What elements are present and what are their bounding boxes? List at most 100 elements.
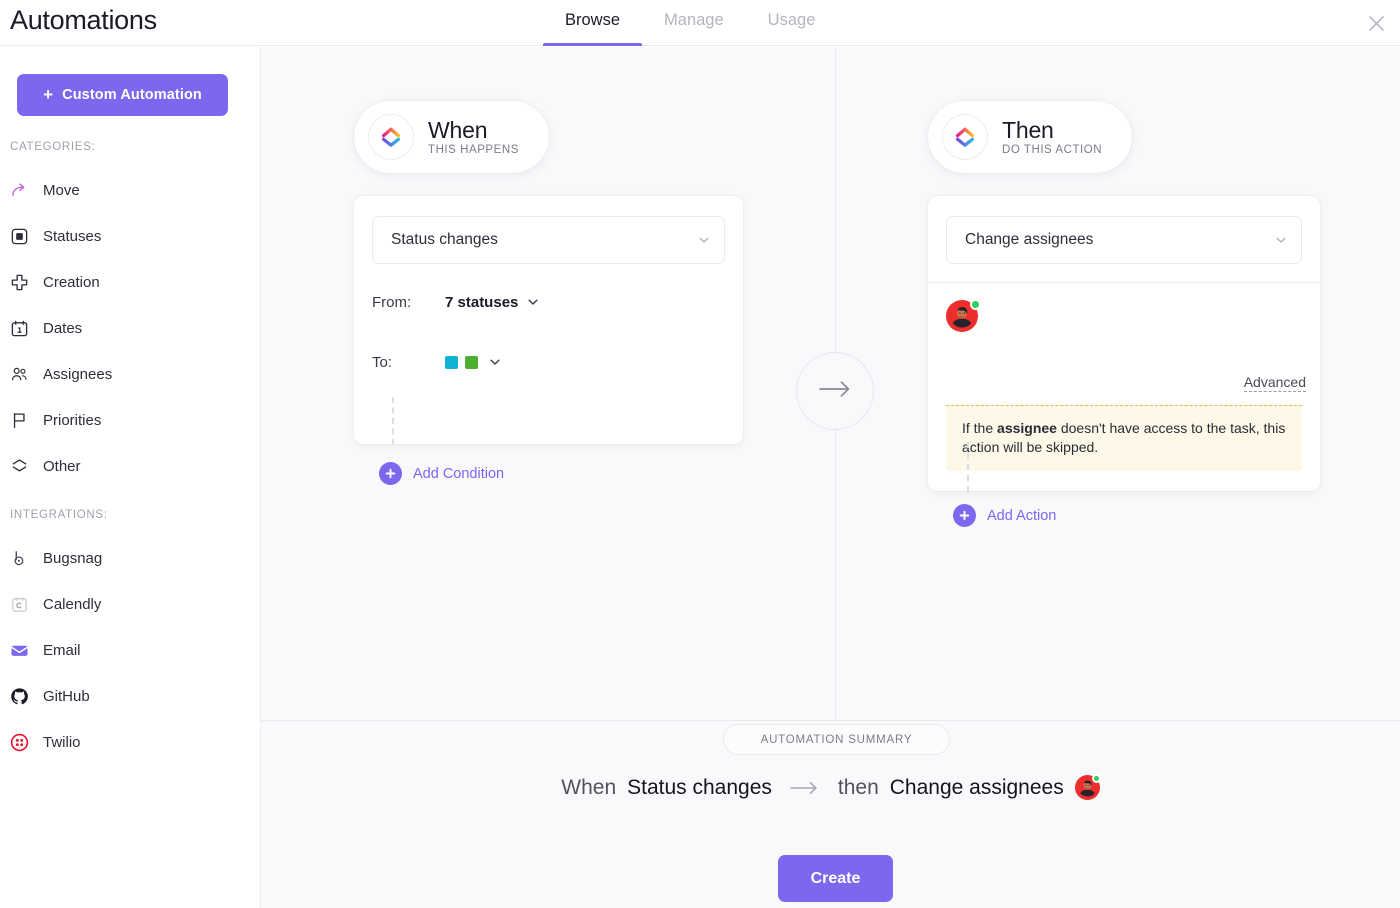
sidebar-item-bugsnag-label: Bugsnag (43, 549, 103, 567)
sidebar-item-move[interactable]: Move (0, 167, 261, 213)
sidebar-item-dates-label: Dates (43, 319, 83, 337)
custom-automation-button[interactable]: + Custom Automation (17, 74, 228, 116)
sidebar-item-github[interactable]: GitHub (0, 673, 261, 719)
action-card-divider (928, 282, 1320, 283)
clickup-logo-icon (942, 114, 988, 160)
advanced-link[interactable]: Advanced (1243, 374, 1306, 392)
assignee-avatar[interactable] (946, 299, 981, 334)
twilio-icon (9, 732, 29, 752)
sidebar-item-priorities[interactable]: Priorities (0, 397, 261, 443)
chevron-down-icon (1274, 234, 1287, 247)
summary-then-word: then (837, 775, 879, 799)
builder-area: When THIS HAPPENS Status changes From: 7… (261, 47, 1400, 720)
online-status-dot (970, 299, 981, 310)
add-action-button[interactable]: Add Action (953, 504, 1056, 527)
integrations-heading: INTEGRATIONS: (10, 509, 108, 521)
then-subtitle: DO THIS ACTION (1002, 143, 1103, 156)
move-arrow-icon (9, 180, 29, 200)
status-swatch-cyan (445, 355, 458, 369)
warning-text-bold: assignee (997, 420, 1057, 436)
trigger-select-value: Status changes (391, 231, 498, 248)
when-connector-line-2 (392, 397, 394, 445)
chevron-down-icon (488, 356, 501, 369)
sidebar-item-twilio-label: Twilio (43, 733, 81, 751)
page-title: Automations (10, 5, 157, 35)
tab-usage[interactable]: Usage (746, 0, 838, 46)
plus-cross-icon (9, 272, 29, 292)
automations-modal: Automations Browse Manage Usage + Custom… (0, 0, 1400, 908)
people-icon (9, 364, 29, 384)
chevron-down-icon (526, 296, 539, 309)
sidebar: + Custom Automation CATEGORIES: Move Sta… (0, 47, 261, 908)
sidebar-item-statuses[interactable]: Statuses (0, 213, 261, 259)
add-action-label: Add Action (987, 507, 1057, 524)
sidebar-item-other-label: Other (43, 457, 81, 475)
layers-icon (9, 456, 29, 476)
action-select[interactable]: Change assignees (946, 216, 1302, 264)
add-condition-button[interactable]: Add Condition (379, 462, 504, 485)
tab-manage[interactable]: Manage (642, 0, 746, 46)
create-button[interactable]: Create (778, 855, 893, 902)
automation-summary-sentence: When Status changes then Change assignee… (261, 774, 1400, 800)
sidebar-item-twilio[interactable]: Twilio (0, 719, 261, 765)
sidebar-item-dates[interactable]: Dates (0, 305, 261, 351)
when-header-text: When THIS HAPPENS (428, 118, 519, 155)
close-icon[interactable] (1360, 7, 1392, 39)
github-icon (9, 686, 29, 706)
plus-circle-icon (953, 504, 976, 527)
chevron-down-icon (697, 234, 710, 247)
email-envelope-icon (9, 640, 29, 660)
trigger-to-label: To: (372, 353, 393, 371)
summary-divider (261, 720, 1400, 721)
summary-trigger-name: Status changes (627, 775, 772, 799)
bugsnag-icon (9, 548, 29, 568)
when-title: When (428, 117, 488, 144)
summary-assignee-avatar (1074, 774, 1101, 800)
flow-arrow-circle (796, 352, 874, 430)
action-card: Change assignees Advanced If the assigne… (928, 196, 1320, 491)
plus-icon: + (43, 85, 54, 104)
top-bar: Automations Browse Manage Usage (0, 0, 1400, 46)
summary-action-name: Change assignees (889, 775, 1064, 799)
summary-when-word: When (561, 775, 617, 799)
action-select-value: Change assignees (965, 231, 1094, 248)
tab-bar: Browse Manage Usage (543, 0, 837, 46)
sidebar-item-assignees[interactable]: Assignees (0, 351, 261, 397)
tab-manage-label: Manage (664, 11, 724, 29)
status-swatch-green (465, 355, 478, 369)
calendar-icon (9, 318, 29, 338)
tab-usage-label: Usage (767, 11, 816, 29)
sidebar-item-email-label: Email (43, 641, 81, 659)
sidebar-item-calendly[interactable]: Calendly (0, 581, 261, 627)
sidebar-item-statuses-label: Statuses (43, 227, 102, 245)
sidebar-item-creation-label: Creation (43, 273, 100, 291)
sidebar-item-creation[interactable]: Creation (0, 259, 261, 305)
clickup-logo-icon (368, 114, 414, 160)
then-header-text: Then DO THIS ACTION (1002, 118, 1102, 155)
tab-browse[interactable]: Browse (543, 0, 643, 46)
arrow-right-icon (818, 380, 852, 403)
sidebar-item-move-label: Move (43, 181, 80, 199)
automation-summary-badge: AUTOMATION SUMMARY (723, 724, 950, 755)
trigger-from-value[interactable]: 7 statuses (445, 294, 539, 311)
trigger-to-value[interactable] (445, 355, 501, 369)
sidebar-item-github-label: GitHub (43, 687, 90, 705)
trigger-from-label: From: (372, 293, 412, 311)
sidebar-item-other[interactable]: Other (0, 443, 261, 489)
trigger-from-row: From: 7 statuses (372, 290, 539, 314)
trigger-from-value-text: 7 statuses (445, 293, 519, 311)
sidebar-item-bugsnag[interactable]: Bugsnag (0, 535, 261, 581)
sidebar-item-priorities-label: Priorities (43, 411, 102, 429)
trigger-select[interactable]: Status changes (372, 216, 725, 264)
assignee-row (946, 299, 981, 334)
add-condition-label: Add Condition (413, 465, 505, 482)
trigger-to-swatches (445, 355, 478, 369)
when-header-pill: When THIS HAPPENS (354, 101, 549, 173)
sidebar-item-assignees-label: Assignees (43, 365, 113, 383)
tab-browse-label: Browse (565, 11, 621, 29)
then-header-pill: Then DO THIS ACTION (928, 101, 1133, 173)
then-connector-line-2 (967, 442, 969, 492)
custom-automation-label: Custom Automation (62, 87, 202, 103)
sidebar-item-email[interactable]: Email (0, 627, 261, 673)
arrow-right-icon (790, 781, 820, 795)
